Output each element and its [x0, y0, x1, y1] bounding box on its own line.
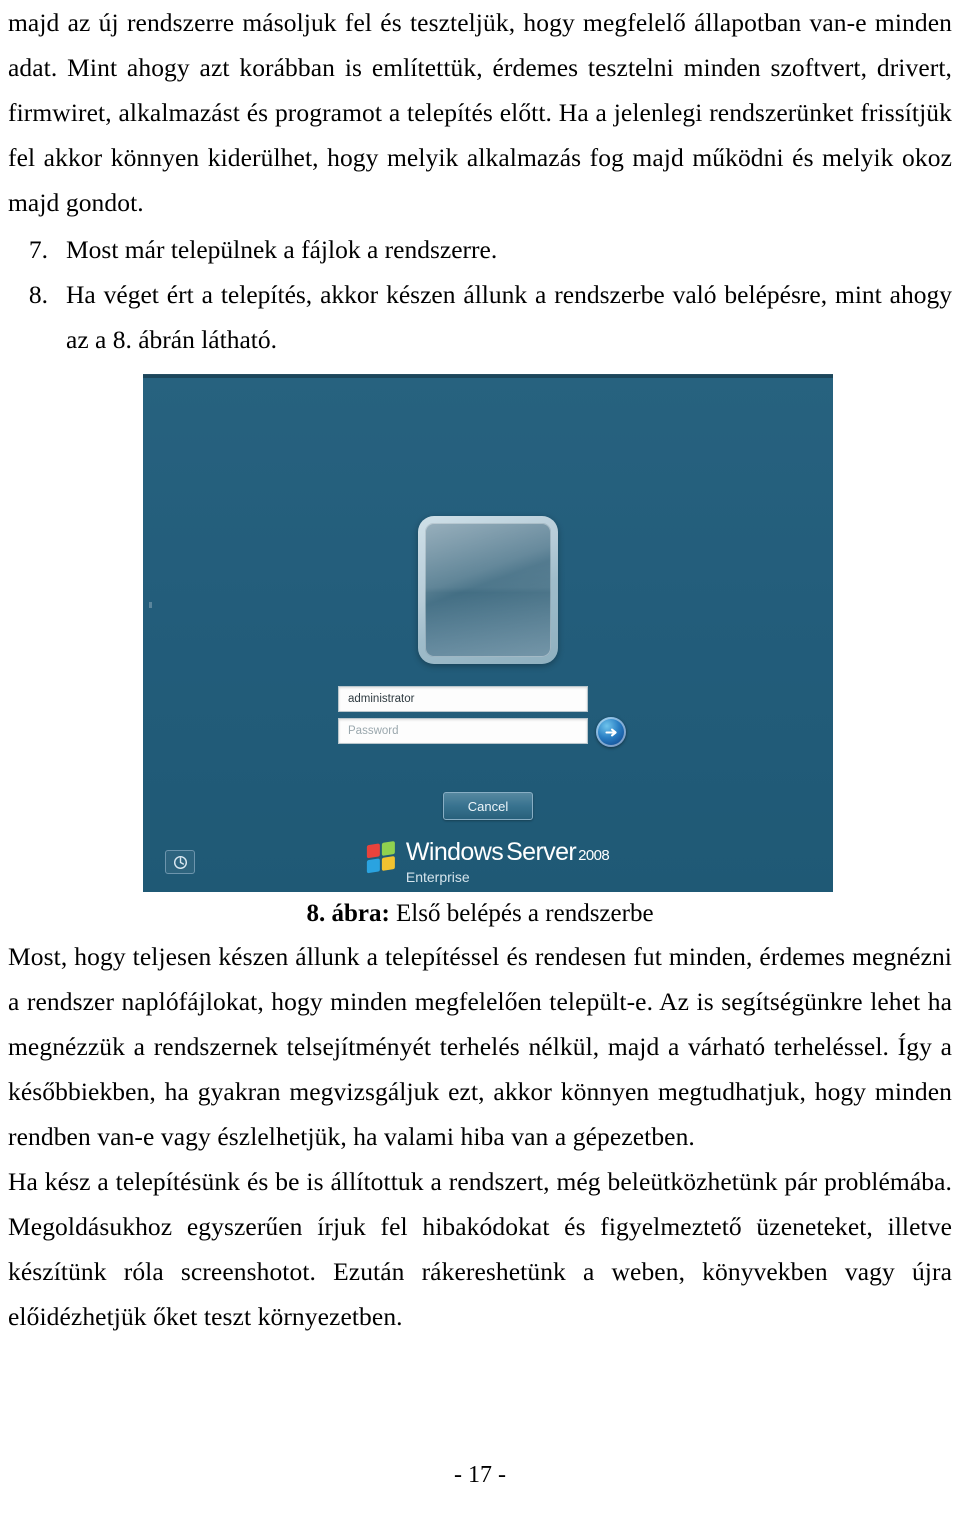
brand-product: Windows — [405, 838, 504, 866]
body-paragraph-3: Ha kész a telepítésünk és be is állított… — [8, 1167, 952, 1331]
figure-8: administrator Password Cancel Windows Ser… — [8, 374, 952, 934]
list-item-text: Ha véget ért a telepítés, akkor készen á… — [66, 280, 952, 354]
power-icon[interactable] — [165, 850, 195, 874]
avatar-image — [425, 523, 551, 657]
username-input[interactable]: administrator — [338, 686, 588, 712]
credentials-group: administrator Password — [338, 686, 638, 747]
figure-caption-text: Első belépés a rendszerbe — [389, 900, 654, 927]
document-page: majd az új rendszerre másoljuk fel és te… — [0, 0, 960, 1513]
list-item: 8. Ha véget ért a telepítés, akkor késze… — [8, 272, 952, 362]
list-item-text: Most már települnek a fájlok a rendszerr… — [66, 235, 498, 264]
body-paragraph-2: Most, hogy teljesen készen állunk a tele… — [8, 942, 952, 1151]
page-number: - 17 - — [454, 1462, 506, 1488]
cancel-button[interactable]: Cancel — [443, 792, 533, 820]
list-item-number: 7. — [28, 235, 48, 264]
numbered-list: 7. Most már települnek a fájlok a rendsz… — [8, 227, 952, 362]
screen-artifact — [149, 602, 152, 608]
submit-arrow-button[interactable] — [596, 717, 626, 747]
list-item-number: 8. — [28, 280, 48, 309]
figure-caption-label: 8. ábra: — [306, 900, 390, 927]
brand-server: Server — [506, 838, 577, 866]
avatar[interactable] — [418, 516, 558, 664]
brand-edition: Enterprise — [405, 869, 470, 885]
list-item: 7. Most már települnek a fájlok a rendsz… — [8, 227, 952, 272]
figure-caption: 8. ábra: Első belépés a rendszerbe — [8, 892, 952, 934]
windows-server-brand: Windows Server 2008 Enterprise — [366, 838, 610, 885]
brand-year: 2008 — [578, 847, 610, 864]
windows-server-login-screenshot: administrator Password Cancel Windows Ser… — [143, 374, 833, 892]
password-input[interactable]: Password — [338, 718, 588, 744]
body-paragraph-1: majd az új rendszerre másoljuk fel és te… — [8, 8, 952, 217]
windows-logo-icon — [366, 840, 397, 876]
